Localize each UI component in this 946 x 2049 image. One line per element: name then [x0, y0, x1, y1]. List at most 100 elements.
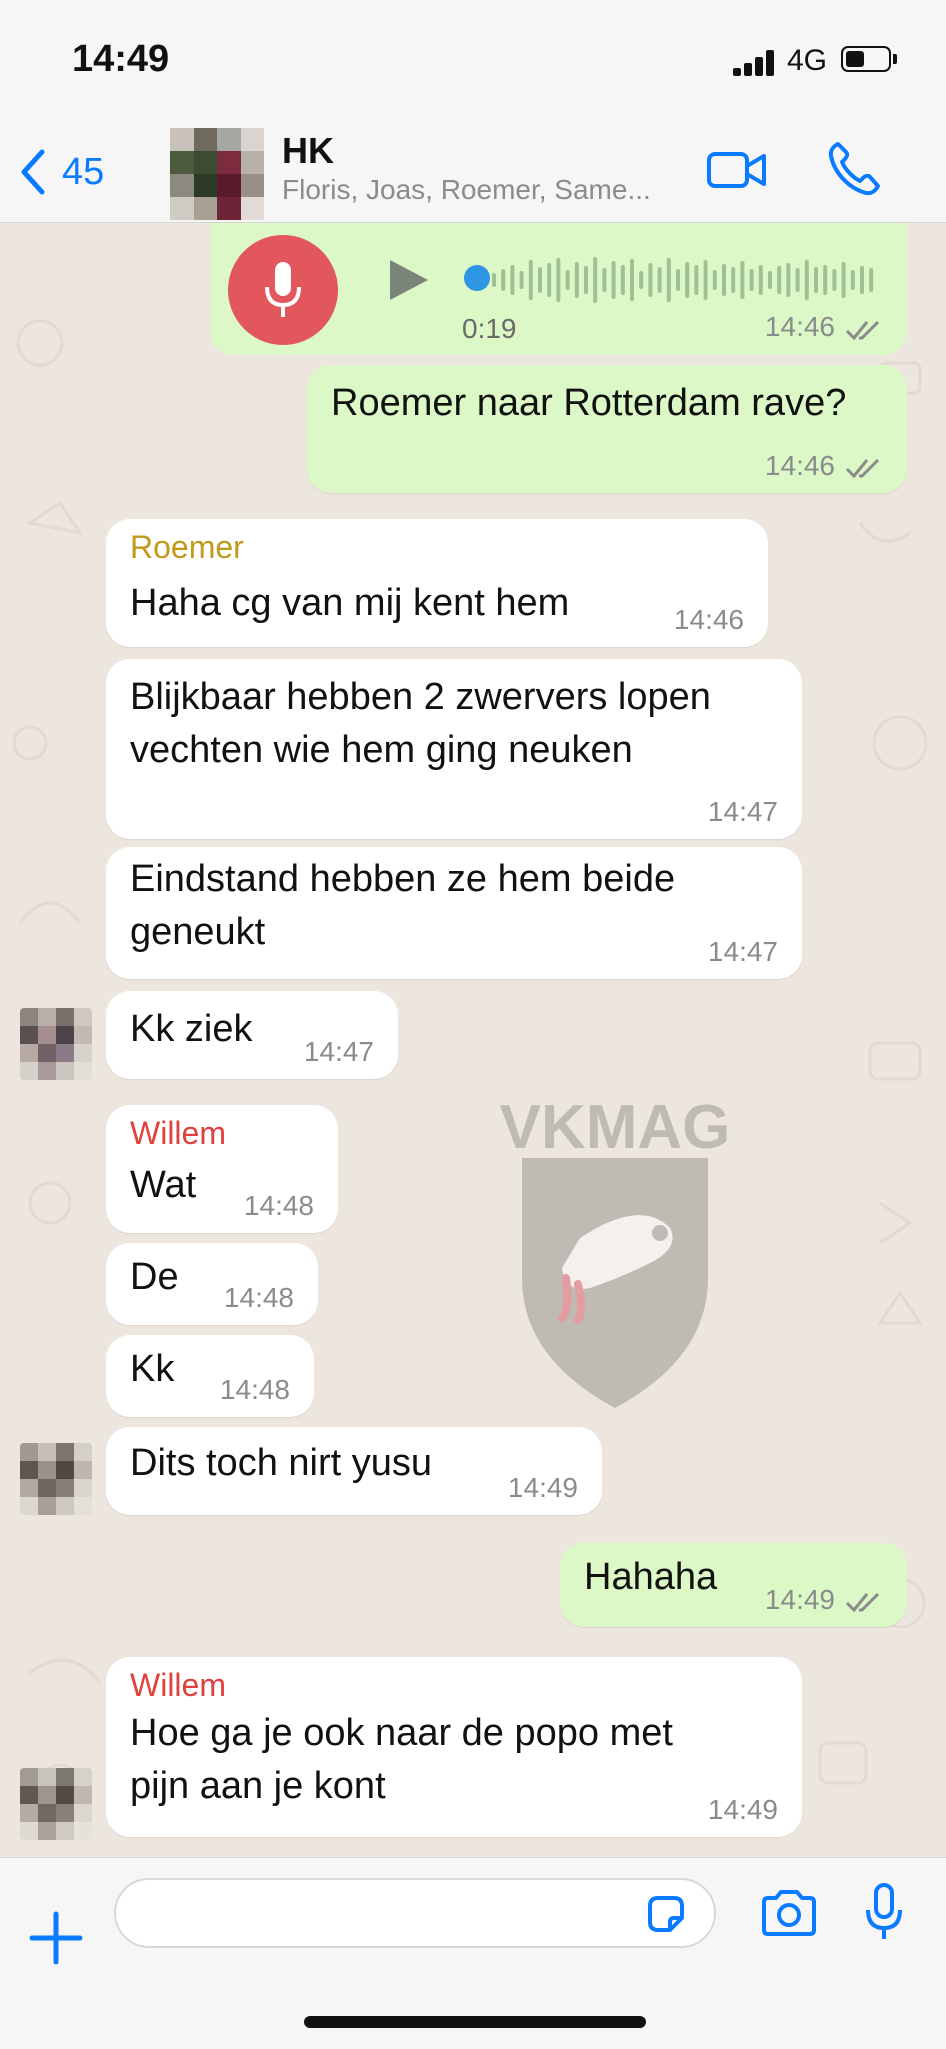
message-bubble-out[interactable]: Roemer naar Rotterdam rave? 14:46	[307, 365, 907, 493]
home-indicator[interactable]	[304, 2016, 646, 2028]
message-bubble-in[interactable]: Blijkbaar hebben 2 zwervers lopen vechte…	[106, 659, 802, 839]
status-bar: 14:49 4G	[0, 0, 946, 122]
group-members[interactable]: Floris, Joas, Roemer, Same...	[282, 174, 651, 206]
waveform-bar	[814, 267, 818, 293]
sender-avatar[interactable]	[20, 1443, 92, 1515]
play-icon[interactable]	[386, 257, 430, 303]
message-bubble-in[interactable]: Dits toch nirt yusu 14:49	[106, 1427, 602, 1515]
microphone-icon[interactable]	[864, 1882, 904, 1942]
double-check-icon	[845, 320, 880, 341]
waveform-bar	[501, 269, 506, 291]
message-bubble-in[interactable]: De 14:48	[106, 1243, 318, 1325]
message-time: 14:48	[219, 1374, 290, 1405]
watermark-text: VKMAG	[500, 1093, 731, 1162]
waveform-bar	[657, 267, 662, 293]
message-text: Hahaha	[584, 1556, 718, 1598]
battery-cap	[893, 54, 897, 64]
message-time: 14:46	[764, 311, 835, 342]
waveform-bar	[620, 265, 625, 295]
message-text: Kk ziek	[130, 1008, 253, 1050]
waveform-bar	[611, 261, 616, 299]
double-check-icon	[845, 1592, 880, 1613]
plus-icon[interactable]	[28, 1910, 84, 1966]
message-time: 14:47	[707, 936, 778, 967]
message-text-line: Blijkbaar hebben 2 zwervers lopen	[130, 676, 711, 718]
back-button[interactable]: 45	[18, 142, 104, 202]
waveform-bar	[685, 262, 690, 298]
message-time: 14:49	[507, 1472, 578, 1503]
waveform-bar	[804, 260, 809, 300]
voice-call-button[interactable]	[826, 138, 882, 198]
double-check-icon	[845, 458, 880, 479]
waveform-bar	[602, 268, 607, 292]
sticker-icon[interactable]	[644, 1892, 688, 1936]
watermark-logo: VKMAG	[500, 1093, 731, 1408]
message-bubble-out[interactable]: Hahaha 14:49	[560, 1543, 907, 1627]
message-bubble-in[interactable]: Eindstand hebben ze hem beide geneukt 14…	[106, 847, 802, 979]
waveform-bar	[777, 266, 782, 294]
audio-waveform[interactable]	[462, 249, 882, 311]
waveform-bar	[510, 265, 515, 295]
phone-icon	[828, 142, 880, 196]
voice-message-bubble[interactable]: 0:19 14:46	[210, 223, 907, 355]
message-time: 14:47	[707, 796, 778, 827]
network-type: 4G	[787, 44, 828, 77]
status-time: 14:49	[72, 38, 170, 80]
message-time: 14:48	[243, 1190, 314, 1221]
message-list[interactable]: 0:19 14:46 Roemer naar Rotterdam rave? 1…	[0, 223, 946, 1857]
waveform-bar	[538, 267, 542, 293]
camera-icon[interactable]	[760, 1888, 818, 1938]
waveform-bar	[666, 258, 671, 302]
waveform-bar	[639, 271, 644, 289]
message-bubble-in[interactable]: Roemer Haha cg van mij kent hem 14:46	[106, 519, 768, 647]
message-text-line: Hoe ga je ook naar de popo met	[130, 1712, 673, 1754]
waveform-bar	[823, 265, 828, 295]
waveform-bar	[676, 269, 680, 291]
waveform-bar	[749, 269, 754, 291]
waveform-bar	[519, 271, 524, 289]
video-call-button[interactable]	[706, 140, 768, 200]
battery-level	[846, 51, 864, 67]
waveform-bar	[731, 267, 736, 293]
message-time: 14:46	[673, 604, 744, 635]
waveform-bar	[795, 268, 800, 292]
message-text-line: geneukt	[130, 911, 266, 953]
waveform-bar	[492, 273, 496, 287]
waveform-bar	[593, 257, 598, 303]
message-text: Wat	[130, 1164, 197, 1206]
waveform-bar	[648, 263, 653, 297]
message-bubble-in[interactable]: Willem Hoe ga je ook naar de popo met pi…	[106, 1657, 802, 1837]
waveform-bar	[694, 265, 699, 295]
sender-avatar[interactable]	[20, 1768, 92, 1840]
video-camera-icon	[707, 152, 766, 188]
message-text-line: vechten wie hem ging neuken	[130, 729, 633, 771]
group-avatar[interactable]	[170, 128, 264, 220]
waveform-bar	[758, 265, 763, 295]
voice-sender-badge	[228, 235, 338, 345]
message-time: 14:46	[764, 450, 835, 481]
composer-bar	[0, 1857, 946, 2049]
sender-name: Willem	[130, 1667, 226, 1703]
sender-name: Willem	[130, 1115, 226, 1151]
waveform-bar	[768, 271, 772, 289]
message-time: 14:49	[764, 1584, 835, 1615]
message-text-line: Eindstand hebben ze hem beide	[130, 858, 676, 900]
chevron-left-icon	[21, 149, 45, 195]
message-text: De	[130, 1256, 179, 1298]
message-bubble-in[interactable]: Willem Wat 14:48	[106, 1105, 338, 1233]
message-bubble-in[interactable]: Kk ziek 14:47	[106, 991, 398, 1079]
waveform-bar	[574, 262, 579, 298]
sender-avatar[interactable]	[20, 1008, 92, 1080]
message-text: Haha cg van mij kent hem	[130, 582, 570, 624]
message-input[interactable]	[114, 1878, 716, 1948]
message-text-line: pijn aan je kont	[130, 1765, 386, 1807]
waveform-bar	[869, 268, 874, 292]
unread-count: 45	[62, 150, 105, 193]
message-bubble-in[interactable]: Kk 14:48	[106, 1335, 314, 1417]
battery-icon	[841, 46, 891, 72]
chat-title[interactable]: HK	[282, 130, 334, 172]
message-time: 14:49	[707, 1794, 778, 1825]
waveform-bar	[722, 264, 726, 296]
waveform-bar	[703, 260, 708, 300]
playback-scrubber[interactable]	[464, 265, 490, 291]
